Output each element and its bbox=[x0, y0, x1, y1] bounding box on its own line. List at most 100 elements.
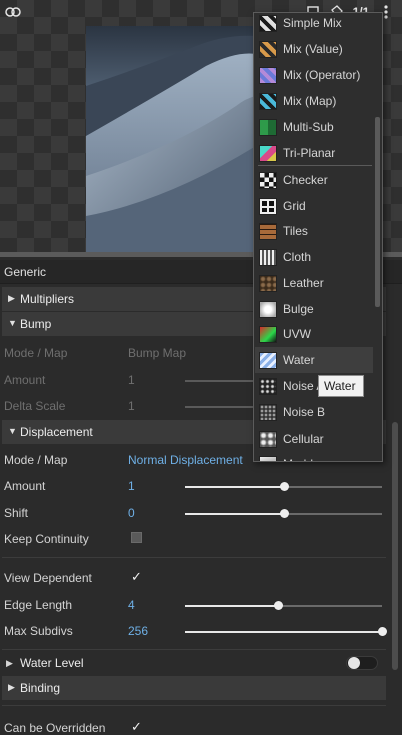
menu-item-mix-value[interactable]: Mix (Value) bbox=[255, 36, 373, 62]
noise-b-icon bbox=[259, 404, 277, 421]
menu-item-leather[interactable]: Leather bbox=[255, 270, 373, 296]
menu-item-label: Marble bbox=[283, 457, 320, 461]
menu-item-mix-map[interactable]: Mix (Map) bbox=[255, 88, 373, 114]
menu-item-bulge[interactable]: Bulge bbox=[255, 296, 373, 322]
menu-item-checker[interactable]: Checker bbox=[255, 167, 373, 193]
menu-item-grid[interactable]: Grid bbox=[255, 193, 373, 219]
uvw-icon bbox=[259, 326, 277, 343]
max-subdivs-value[interactable]: 256 bbox=[128, 624, 148, 638]
disp-mode-value[interactable]: Normal Displacement bbox=[128, 453, 243, 467]
menu-item-label: Mix (Operator) bbox=[283, 68, 361, 82]
view-dependent-checkbox[interactable]: ✓ bbox=[131, 570, 142, 583]
disp-amount-slider[interactable] bbox=[185, 482, 382, 491]
view-dependent-label: View Dependent bbox=[4, 571, 92, 585]
edge-length-slider[interactable] bbox=[185, 601, 382, 610]
edge-length-label: Edge Length bbox=[4, 598, 73, 612]
slider-knob[interactable] bbox=[378, 627, 387, 636]
keep-continuity-label: Keep Continuity bbox=[4, 532, 89, 546]
mix-value-icon bbox=[259, 41, 277, 58]
section-water-level[interactable]: ▶ Water Level bbox=[0, 651, 390, 675]
bump-mode-value[interactable]: Bump Map bbox=[128, 346, 186, 360]
water-icon bbox=[259, 352, 277, 369]
bulge-icon bbox=[259, 301, 277, 318]
menu-item-label: Mix (Value) bbox=[283, 42, 343, 56]
collapse-arrow-icon: ▼ bbox=[8, 426, 17, 436]
disp-shift-value[interactable]: 0 bbox=[128, 506, 135, 520]
slider-fill bbox=[185, 631, 382, 633]
section-label: Multipliers bbox=[20, 292, 75, 306]
leather-icon bbox=[259, 275, 277, 292]
expand-arrow-icon: ▶ bbox=[8, 682, 15, 692]
render-image bbox=[86, 26, 256, 252]
max-subdivs-slider[interactable] bbox=[185, 627, 387, 636]
keep-continuity-checkbox[interactable] bbox=[131, 532, 142, 543]
menu-item-marble[interactable]: Marble bbox=[255, 451, 373, 461]
menu-item-label: Grid bbox=[283, 199, 306, 213]
section-label: Bump bbox=[20, 317, 52, 331]
disp-amount-label: Amount bbox=[4, 479, 46, 493]
keep-continuity-row: Keep Continuity bbox=[0, 527, 390, 551]
can-be-overridden-checkbox[interactable]: ✓ bbox=[131, 720, 142, 733]
max-subdivs-label: Max Subdivs bbox=[4, 624, 73, 638]
slider-fill bbox=[185, 486, 284, 488]
menu-item-label: Water bbox=[283, 353, 315, 367]
tiles-icon bbox=[259, 223, 277, 240]
bump-delta-label: Delta Scale bbox=[4, 399, 66, 413]
menu-item-mix-operator[interactable]: Mix (Operator) bbox=[255, 62, 373, 88]
edge-length-value[interactable]: 4 bbox=[128, 598, 135, 612]
disp-shift-row: Shift 0 bbox=[0, 501, 390, 525]
menu-item-label: Cloth bbox=[283, 250, 312, 264]
toggle-knob bbox=[348, 657, 360, 669]
bump-delta-value[interactable]: 1 bbox=[128, 399, 135, 413]
slider-knob[interactable] bbox=[273, 601, 283, 610]
divider bbox=[2, 705, 386, 706]
layer-toggle-icon[interactable] bbox=[4, 3, 22, 21]
cloth-icon bbox=[259, 249, 277, 266]
disp-shift-slider[interactable] bbox=[185, 509, 382, 518]
menu-item-label: Leather bbox=[283, 276, 324, 290]
bump-amount-label: Amount bbox=[4, 373, 46, 387]
menu-item-cloth[interactable]: Cloth bbox=[255, 244, 373, 270]
can-be-overridden-row: Can be Overridden ✓ bbox=[0, 716, 390, 735]
bump-mode-label: Mode / Map bbox=[4, 346, 68, 360]
menu-item-label: UVW bbox=[283, 327, 311, 341]
marble-icon bbox=[259, 456, 277, 461]
water-level-toggle[interactable] bbox=[346, 656, 378, 670]
divider bbox=[2, 557, 386, 558]
tooltip: Water bbox=[318, 375, 364, 397]
max-subdivs-row: Max Subdivs 256 bbox=[0, 619, 390, 643]
disp-shift-label: Shift bbox=[4, 506, 29, 520]
menu-item-cellular[interactable]: Cellular bbox=[255, 426, 373, 452]
menu-item-label: Checker bbox=[283, 173, 328, 187]
noise-a-icon bbox=[259, 378, 277, 395]
menu-item-label: Tiles bbox=[283, 224, 308, 238]
menu-item-water[interactable]: Water bbox=[255, 347, 373, 373]
divider bbox=[2, 649, 386, 650]
menu-item-label: Simple Mix bbox=[283, 16, 342, 30]
bump-amount-value[interactable]: 1 bbox=[128, 373, 135, 387]
grid-icon bbox=[259, 198, 277, 215]
properties-scrollbar[interactable] bbox=[392, 422, 398, 670]
menu-item-tri-planar[interactable]: Tri-Planar bbox=[255, 140, 373, 166]
cellular-icon bbox=[259, 431, 277, 448]
collapse-arrow-icon: ▼ bbox=[8, 318, 17, 328]
menu-item-simple-mix[interactable]: Simple Mix bbox=[255, 13, 373, 36]
menu-item-label: Mix (Map) bbox=[283, 94, 337, 108]
menu-item-label: Multi-Sub bbox=[283, 120, 334, 134]
mix-map-icon bbox=[259, 93, 277, 110]
slider-knob[interactable] bbox=[279, 482, 289, 491]
edge-length-row: Edge Length 4 bbox=[0, 593, 390, 617]
menu-item-tiles[interactable]: Tiles bbox=[255, 218, 373, 244]
slider-knob[interactable] bbox=[279, 509, 289, 518]
disp-mode-label: Mode / Map bbox=[4, 453, 68, 467]
menu-scrollbar[interactable] bbox=[375, 117, 380, 307]
section-binding[interactable]: ▶ Binding bbox=[2, 676, 386, 700]
menu-item-noise-b[interactable]: Noise B bbox=[255, 399, 373, 425]
menu-item-multi-sub[interactable]: Multi-Sub bbox=[255, 114, 373, 140]
menu-item-uvw[interactable]: UVW bbox=[255, 321, 373, 347]
checker-icon bbox=[259, 172, 277, 189]
menu-item-label: Bulge bbox=[283, 302, 314, 316]
disp-amount-value[interactable]: 1 bbox=[128, 479, 135, 493]
slider-fill bbox=[185, 605, 278, 607]
expand-arrow-icon: ▶ bbox=[6, 658, 13, 668]
